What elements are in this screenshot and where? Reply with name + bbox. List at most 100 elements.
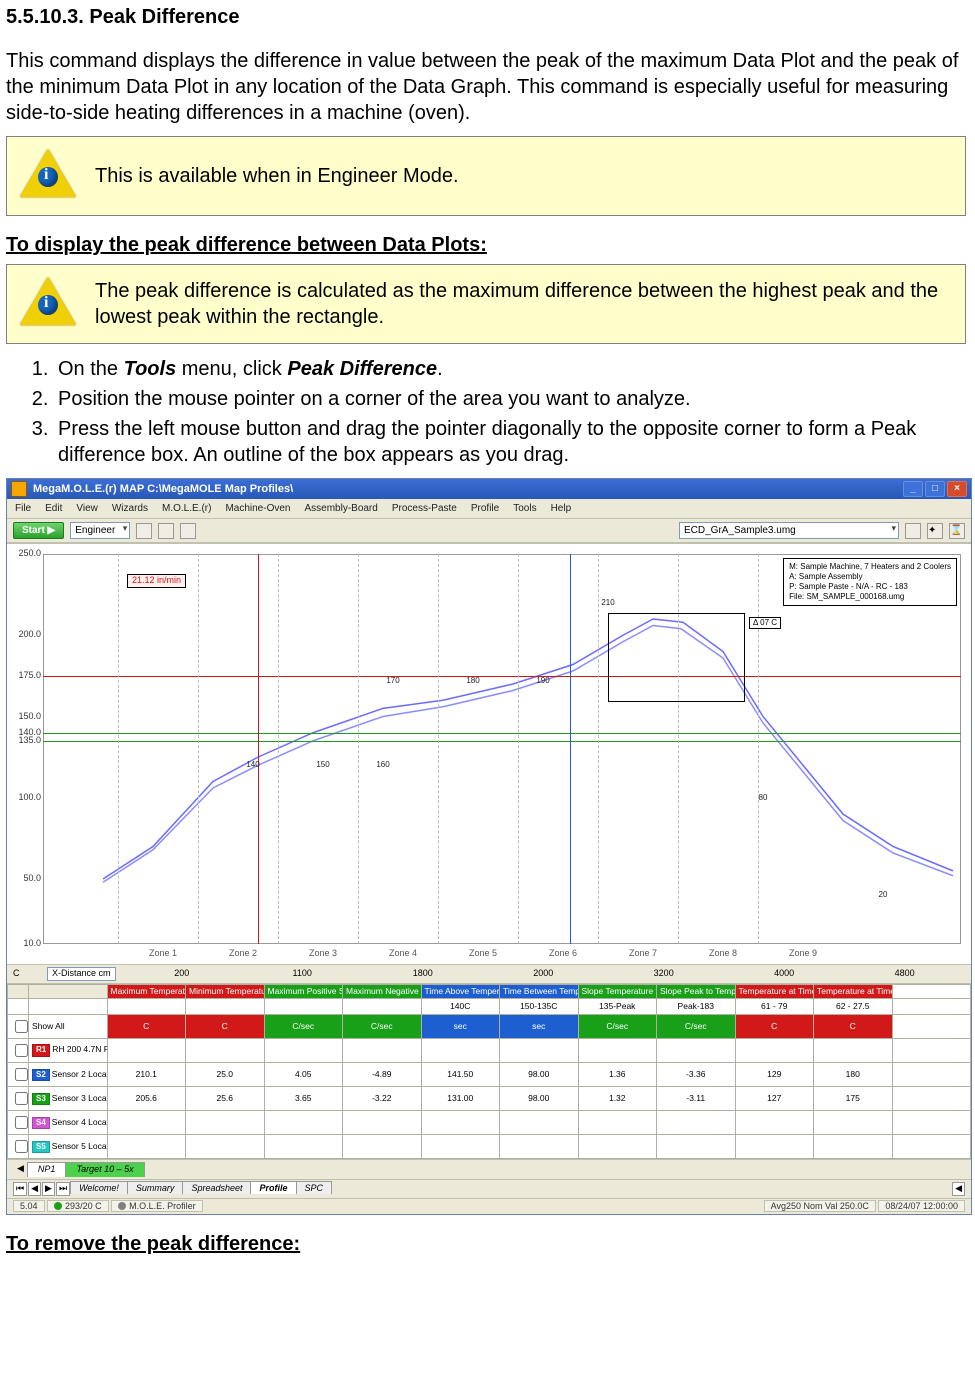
minimize-button[interactable]: _ (903, 481, 923, 497)
grid-cell (578, 1111, 657, 1135)
grid-unit (892, 1015, 971, 1039)
grid-cell: 129 (735, 1063, 814, 1087)
data-graph[interactable]: M: Sample Machine, 7 Heaters and 2 Coole… (7, 543, 971, 965)
grid-header: Temperature at Time Difference (814, 984, 893, 998)
table-row: S2Sensor 2 Location210.125.04.05-4.89141… (8, 1063, 971, 1087)
x-tick: 1100 (256, 968, 348, 980)
grid-limit (186, 999, 265, 1015)
maximize-button[interactable]: □ (925, 481, 945, 497)
grid-limit: 62 - 27.5 (814, 999, 893, 1015)
toolbar-icon[interactable] (158, 523, 174, 539)
sheet-tab-spc[interactable]: SPC (296, 1181, 333, 1194)
grid-header: Slope Peak to Temperature (657, 984, 736, 998)
reference-line (43, 741, 961, 742)
zone-label: Zone 6 (549, 948, 577, 960)
note-peak-calc: The peak difference is calculated as the… (6, 264, 966, 344)
zone-divider (278, 554, 279, 944)
grid-cell (421, 1039, 500, 1063)
grid-cell: -3.11 (657, 1087, 736, 1111)
value-label: 180 (466, 676, 479, 686)
sensor-name: S2Sensor 2 Location (29, 1063, 108, 1087)
sensor-name: S4Sensor 4 Location (29, 1111, 108, 1135)
grid-unit: C/sec (657, 1015, 736, 1039)
series-sensor-2 (103, 619, 953, 879)
cursor-line (570, 554, 571, 944)
grid-cell: 98.00 (500, 1063, 579, 1087)
value-label: 150 (316, 760, 329, 770)
grid-cell (578, 1039, 657, 1063)
menu-view[interactable]: View (76, 502, 98, 515)
sheet-tab-profile[interactable]: Profile (250, 1181, 296, 1194)
tab-next-icon[interactable]: ▶ (42, 1182, 55, 1196)
zone-label: Zone 1 (149, 948, 177, 960)
grid-cell: -4.89 (343, 1063, 422, 1087)
section-heading: 5.5.10.3. Peak Difference (6, 4, 969, 30)
grid-cell (892, 1087, 971, 1111)
peak-difference-box[interactable] (608, 613, 745, 703)
sensor-checkbox[interactable] (15, 1140, 28, 1153)
grid-cell: 4.05 (264, 1063, 343, 1087)
peak-delta-label: Δ 07 C (749, 617, 781, 629)
sheet-tab-spreadsheet[interactable]: Spreadsheet (182, 1181, 251, 1194)
toolbar-icon[interactable] (905, 523, 921, 539)
tab-first-icon[interactable]: ⏮ (13, 1182, 27, 1196)
hourglass-icon[interactable]: ⌛ (949, 523, 965, 539)
table-row: R1RH 200 4.7N Resist. (8, 1039, 971, 1063)
menu-wizards[interactable]: Wizards (112, 502, 148, 515)
menu-assemblyboard[interactable]: Assembly-Board (304, 502, 377, 515)
mode-select[interactable]: Engineer (70, 522, 130, 539)
file-select[interactable]: ECD_GrA_Sample3.umg (679, 522, 899, 539)
zone-divider (198, 554, 199, 944)
grid-cell (892, 1111, 971, 1135)
grid-cell (814, 1135, 893, 1159)
grid-limit (107, 999, 186, 1015)
tab-last-icon[interactable]: ⏭ (56, 1182, 70, 1196)
grid-limit: 140C (421, 999, 500, 1015)
grid-unit: C (814, 1015, 893, 1039)
grid-header: Temperature at Time Reference (735, 984, 814, 998)
grid-header: Time Between Temperature (500, 984, 579, 998)
grid-cell (500, 1039, 579, 1063)
menu-help[interactable]: Help (551, 502, 572, 515)
sensor-checkbox[interactable] (15, 1044, 28, 1057)
menu-machineoven[interactable]: Machine-Oven (225, 502, 290, 515)
target-tab[interactable]: Target 10 – 5x (65, 1162, 144, 1177)
grid-cell: 127 (735, 1087, 814, 1111)
toolbar-icon[interactable] (136, 523, 152, 539)
grid-cell: 3.65 (264, 1087, 343, 1111)
grid-cell (343, 1111, 422, 1135)
menu-processpaste[interactable]: Process-Paste (392, 502, 457, 515)
app-window: MegaM.O.L.E.(r) MAP C:\MegaMOLE Map Prof… (6, 478, 972, 1215)
sensor-checkbox[interactable] (15, 1068, 28, 1081)
menu-moler[interactable]: M.O.L.E.(r) (162, 502, 211, 515)
grid-limit: 135-Peak (578, 999, 657, 1015)
sensor-checkbox[interactable] (15, 1116, 28, 1129)
menu-edit[interactable]: Edit (45, 502, 62, 515)
start-button[interactable]: Start ▶ (13, 522, 64, 539)
target-tab[interactable]: NP1 (27, 1162, 67, 1177)
window-title: MegaM.O.L.E.(r) MAP C:\MegaMOLE Map Prof… (33, 482, 293, 496)
grid-limit (343, 999, 422, 1015)
menu-file[interactable]: File (15, 502, 31, 515)
menu-tools[interactable]: Tools (513, 502, 536, 515)
grid-cell: 141.50 (421, 1063, 500, 1087)
grid-unit: sec (500, 1015, 579, 1039)
info-line: M: Sample Machine, 7 Heaters and 2 Coole… (789, 562, 951, 572)
reference-line (43, 733, 961, 734)
sheet-tab-welcome[interactable]: Welcome! (70, 1181, 128, 1194)
show-all-checkbox[interactable] (15, 1020, 28, 1033)
sensor-checkbox[interactable] (15, 1092, 28, 1105)
tab-scroll-left-icon[interactable]: ◀ (952, 1182, 965, 1196)
sync-icon[interactable]: ✦ (927, 523, 943, 539)
grid-cell (343, 1039, 422, 1063)
close-button[interactable]: × (947, 481, 967, 497)
toolbar-icon[interactable] (180, 523, 196, 539)
grid-cell (264, 1039, 343, 1063)
tab-prev-icon[interactable]: ◀ (28, 1182, 41, 1196)
sheet-tab-summary[interactable]: Summary (127, 1181, 184, 1194)
y-tick: 200.0 (11, 629, 41, 641)
cursor-line (258, 554, 259, 944)
menu-profile[interactable]: Profile (471, 502, 499, 515)
titlebar: MegaM.O.L.E.(r) MAP C:\MegaMOLE Map Prof… (7, 479, 971, 499)
section-number: 5.5.10.3. (6, 6, 84, 28)
